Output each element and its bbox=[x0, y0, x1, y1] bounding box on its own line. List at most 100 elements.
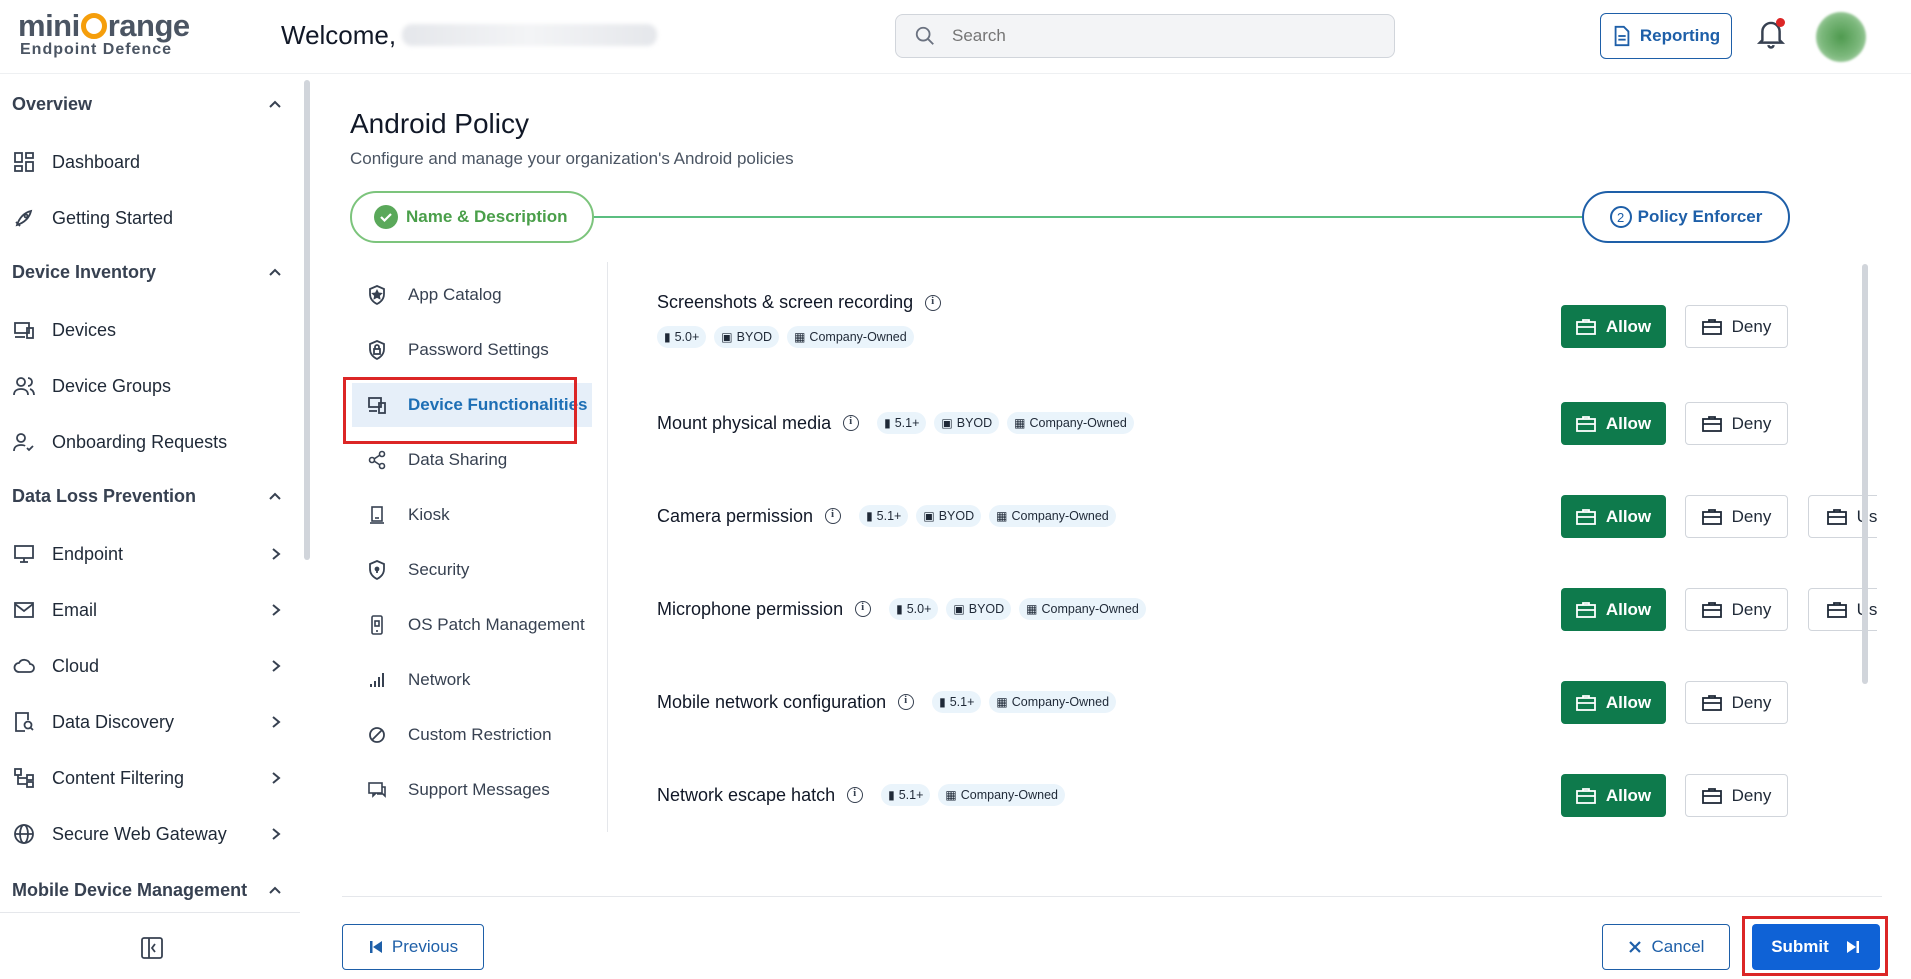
info-icon[interactable] bbox=[847, 787, 864, 803]
submenu-os-patch-management[interactable]: OS Patch Management bbox=[352, 603, 592, 647]
allow-button[interactable]: Allow bbox=[1561, 681, 1666, 724]
allow-button[interactable]: Allow bbox=[1561, 495, 1666, 538]
sidebar-item-cloud[interactable]: Cloud bbox=[12, 650, 282, 682]
submenu-data-sharing[interactable]: Data Sharing bbox=[352, 438, 592, 482]
search-icon bbox=[915, 26, 934, 45]
sidebar-divider bbox=[0, 912, 300, 913]
android-version-tag: ▮ 5.0+ bbox=[889, 598, 939, 620]
briefcase-icon bbox=[1575, 415, 1596, 432]
blurred-username bbox=[402, 24, 658, 46]
allow-button[interactable]: Allow bbox=[1561, 402, 1666, 445]
previous-button[interactable]: Previous bbox=[342, 924, 484, 970]
step-name-description[interactable]: Name & Description bbox=[350, 191, 594, 243]
sidebar-item-data-discovery[interactable]: Data Discovery bbox=[12, 706, 282, 738]
logo-subtitle: Endpoint Defence bbox=[20, 41, 173, 58]
devices-icon bbox=[12, 318, 36, 342]
setting-title: Camera permission ▮5.1+ ▣BYOD ▦Company-O… bbox=[657, 505, 1116, 527]
sidebar-item-onboarding-requests[interactable]: Onboarding Requests bbox=[12, 426, 282, 458]
mail-icon bbox=[12, 598, 36, 622]
sidebar-item-dashboard[interactable]: Dashboard bbox=[12, 146, 282, 178]
allow-button[interactable]: Allow bbox=[1561, 588, 1666, 631]
info-icon[interactable] bbox=[898, 694, 915, 710]
deny-button[interactable]: Deny bbox=[1685, 402, 1788, 445]
briefcase-icon bbox=[1575, 601, 1596, 618]
notification-bell[interactable] bbox=[1756, 18, 1786, 52]
byod-tag: ▣ BYOD bbox=[946, 598, 1012, 620]
skip-back-icon bbox=[369, 941, 382, 953]
submenu-custom-restriction[interactable]: Custom Restriction bbox=[352, 713, 592, 757]
android-icon: ▮ bbox=[866, 509, 873, 523]
logo[interactable]: mini range Endpoint Defence bbox=[18, 8, 198, 59]
highlight-device-functionalities bbox=[343, 377, 577, 444]
company-owned-tag: ▦ Company-Owned bbox=[1007, 412, 1134, 434]
logo-wordmark: mini range bbox=[18, 8, 190, 43]
submenu-security[interactable]: Security bbox=[352, 548, 592, 592]
sidebar-item-device-groups[interactable]: Device Groups bbox=[12, 370, 282, 402]
settings-scrollbar[interactable] bbox=[1862, 264, 1868, 684]
deny-button[interactable]: Deny bbox=[1685, 681, 1788, 724]
briefcase-icon bbox=[1575, 787, 1596, 804]
submenu-password-settings[interactable]: Password Settings bbox=[352, 328, 592, 372]
sidebar-item-devices[interactable]: Devices bbox=[12, 314, 282, 346]
android-icon: ▮ bbox=[939, 695, 946, 709]
section-overview[interactable]: Overview bbox=[12, 94, 282, 120]
search-input[interactable] bbox=[952, 23, 1372, 49]
chevron-right-icon bbox=[272, 660, 281, 672]
info-icon[interactable] bbox=[925, 294, 942, 311]
notification-dot bbox=[1776, 18, 1785, 27]
company-owned-tag: ▦ Company-Owned bbox=[989, 691, 1117, 713]
section-mobile-device-management[interactable]: Mobile Device Management bbox=[12, 880, 282, 906]
sidebar-scrollbar[interactable] bbox=[304, 80, 310, 560]
step-policy-enforcer[interactable]: 2 Policy Enforcer bbox=[1582, 191, 1790, 243]
byod-tag: ▣ BYOD bbox=[714, 326, 780, 348]
setting-row-microphone-permission: Microphone permission ▮5.0+ ▣BYOD ▦Compa… bbox=[657, 588, 1877, 658]
shield-icon bbox=[366, 559, 388, 581]
android-version-tag: ▮ 5.1+ bbox=[932, 691, 982, 713]
briefcase-icon bbox=[1701, 415, 1722, 432]
sidebar: Overview Dashboard Getting Started Devic… bbox=[0, 74, 312, 979]
phone-patch-icon bbox=[366, 614, 388, 636]
sidebar-item-endpoint[interactable]: Endpoint bbox=[12, 538, 282, 570]
cancel-button[interactable]: Cancel bbox=[1602, 924, 1730, 970]
byod-tag: ▣ BYOD bbox=[916, 505, 982, 527]
reporting-button[interactable]: Reporting bbox=[1600, 13, 1732, 59]
building-icon: ▦ bbox=[794, 330, 806, 344]
info-icon[interactable] bbox=[855, 601, 872, 617]
globe-icon bbox=[12, 822, 36, 846]
stepper-line bbox=[592, 216, 1592, 218]
footer-divider bbox=[342, 896, 1882, 897]
setting-tags: ▮ 5.1+ ▣ BYOD ▦ Company-Owned bbox=[859, 505, 1116, 527]
sidebar-item-content-filtering[interactable]: Content Filtering bbox=[12, 762, 282, 794]
collapse-sidebar-icon[interactable] bbox=[140, 936, 164, 960]
sidebar-item-secure-web-gateway[interactable]: Secure Web Gateway bbox=[12, 818, 282, 850]
section-data-loss-prevention[interactable]: Data Loss Prevention bbox=[12, 486, 282, 512]
section-device-inventory[interactable]: Device Inventory bbox=[12, 262, 282, 288]
briefcase-icon bbox=[1701, 787, 1722, 804]
deny-button[interactable]: Deny bbox=[1685, 305, 1788, 348]
briefcase-icon bbox=[1575, 694, 1596, 711]
shield-star-icon bbox=[366, 284, 388, 306]
sidebar-item-email[interactable]: Email bbox=[12, 594, 282, 626]
submenu-kiosk[interactable]: Kiosk bbox=[352, 493, 592, 537]
submenu-app-catalog[interactable]: App Catalog bbox=[352, 273, 592, 317]
info-icon[interactable] bbox=[825, 508, 842, 524]
deny-button[interactable]: Deny bbox=[1685, 495, 1788, 538]
setting-row-screenshots: Screenshots & screen recording ▮5.0+ ▣BY… bbox=[657, 292, 1867, 362]
setting-tags: ▮ 5.1+ ▦ Company-Owned bbox=[932, 691, 1117, 713]
sidebar-item-getting-started[interactable]: Getting Started bbox=[12, 202, 282, 234]
submenu-network[interactable]: Network bbox=[352, 658, 592, 702]
briefcase-icon bbox=[1701, 318, 1722, 335]
search-bar[interactable] bbox=[895, 14, 1395, 58]
info-icon[interactable] bbox=[843, 415, 860, 431]
deny-button[interactable]: Deny bbox=[1685, 774, 1788, 817]
android-icon: ▮ bbox=[896, 602, 903, 616]
cloud-icon bbox=[12, 654, 36, 678]
avatar[interactable] bbox=[1816, 12, 1866, 62]
signal-icon bbox=[366, 669, 388, 691]
setting-row-network-escape-hatch: Network escape hatch ▮5.1+ ▦Company-Owne… bbox=[657, 774, 1867, 822]
allow-button[interactable]: Allow bbox=[1561, 774, 1666, 817]
submenu-support-messages[interactable]: Support Messages bbox=[352, 768, 592, 812]
allow-button[interactable]: Allow bbox=[1561, 305, 1666, 348]
kiosk-icon bbox=[366, 504, 388, 526]
deny-button[interactable]: Deny bbox=[1685, 588, 1788, 631]
